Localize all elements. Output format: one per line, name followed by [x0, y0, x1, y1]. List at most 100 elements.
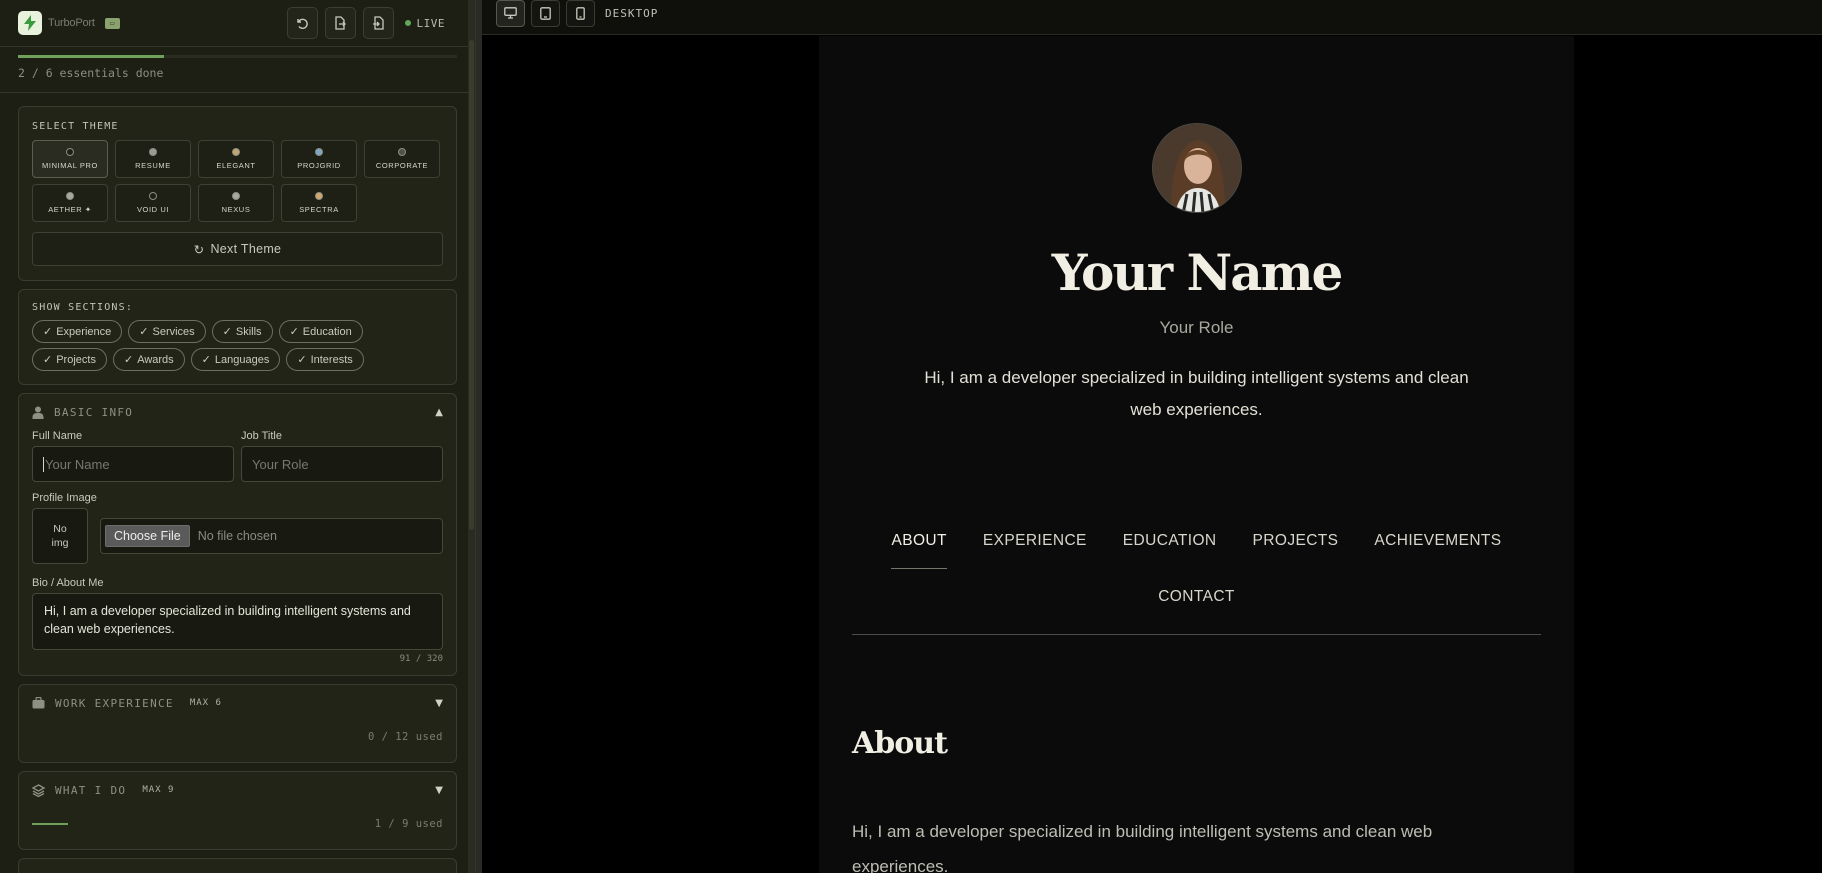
expand-caret-icon[interactable]: ▼ — [435, 698, 443, 709]
section-chip-label: Awards — [137, 353, 174, 366]
section-chip[interactable]: ✓ Skills — [211, 320, 273, 343]
theme-option[interactable]: NEXUS — [198, 184, 274, 222]
work-experience-usage: 0 / 12 used — [32, 721, 443, 757]
section-chip[interactable]: ✓ Services — [128, 320, 206, 343]
check-icon: ✓ — [297, 354, 307, 366]
profile-image-file-input[interactable]: Choose File No file chosen — [100, 518, 443, 554]
theme-option-label: RESUME — [135, 161, 171, 170]
mobile-view-button[interactable] — [566, 0, 595, 27]
section-chips: ✓ Experience ✓ Services ✓ Skills ✓ Education ✓ Pr… — [32, 320, 443, 371]
nav-item[interactable]: EXPERIENCE — [983, 532, 1087, 550]
theme-option-label: SPECTRA — [299, 205, 339, 214]
top-actions: LIVE — [286, 7, 446, 39]
next-theme-label: Next Theme — [210, 242, 282, 256]
check-icon: ✓ — [139, 326, 149, 338]
show-sections-panel: SHOW SECTIONS: ✓ Experience ✓ Services ✓ Skil… — [18, 289, 457, 385]
profile-image-row: No img Choose File No file chosen — [32, 508, 443, 564]
section-chip[interactable]: ✓ Interests — [286, 348, 364, 371]
theme-grid: MINIMAL PRO RESUME ELEGANT PROJGRID CORPORAT… — [32, 140, 443, 222]
check-icon: ✓ — [222, 326, 232, 338]
no-img-line2: img — [51, 537, 69, 549]
app-root: TurboPort ▭ LIVE 2 / 6 essentials done S… — [0, 0, 1822, 873]
work-experience-header[interactable]: WORK EXPERIENCE MAX 6 ▼ — [32, 685, 443, 721]
what-i-do-panel: WHAT I DO MAX 9 ▼ 1 / 9 used — [18, 771, 457, 850]
theme-color-dot-icon — [232, 192, 240, 200]
next-panel-edge — [18, 858, 457, 873]
basic-info-header[interactable]: BASIC INFO ▲ — [32, 394, 443, 430]
bio-textarea[interactable]: Hi, I am a developer specialized in buil… — [32, 593, 443, 650]
profile-avatar — [1152, 123, 1242, 213]
nav-item[interactable]: ABOUT — [891, 532, 946, 549]
what-i-do-max: MAX 9 — [142, 785, 175, 795]
live-dot-icon — [404, 20, 411, 26]
work-experience-title: WORK EXPERIENCE — [55, 696, 174, 710]
section-chip[interactable]: ✓ Education — [278, 320, 363, 343]
nav-item-contact[interactable]: CONTACT — [819, 588, 1574, 606]
section-chip[interactable]: ✓ Experience — [32, 320, 123, 343]
theme-option[interactable]: SPECTRA — [281, 184, 357, 222]
reset-button[interactable] — [286, 7, 318, 39]
tablet-icon — [540, 6, 551, 20]
desktop-view-button[interactable] — [496, 0, 525, 27]
nav-item[interactable]: EDUCATION — [1123, 532, 1217, 550]
tablet-view-button[interactable] — [531, 0, 560, 27]
theme-option-label: NEXUS — [221, 205, 251, 214]
section-chip-label: Education — [302, 325, 352, 338]
theme-option[interactable]: ELEGANT — [198, 140, 274, 178]
full-name-placeholder: Your Name — [45, 456, 110, 472]
progress-bar — [18, 55, 457, 58]
hero-name: Your Name — [1051, 243, 1344, 302]
export-button[interactable] — [324, 7, 356, 39]
profile-image-label: Profile Image — [32, 492, 97, 504]
essentials-progress: 2 / 6 essentials done — [0, 47, 475, 93]
work-experience-panel: WORK EXPERIENCE MAX 6 ▼ 0 / 12 used — [18, 684, 457, 763]
theme-option-label: VOID UI — [136, 205, 170, 214]
device-label: DESKTOP — [605, 6, 659, 20]
section-chip[interactable]: ✓ Awards — [112, 348, 185, 371]
theme-option[interactable]: AETHER ✦ — [32, 184, 108, 222]
theme-option-label: CORPORATE — [375, 161, 429, 170]
expand-caret-icon[interactable]: ▼ — [435, 785, 443, 796]
theme-option[interactable]: RESUME — [115, 140, 191, 178]
theme-option[interactable]: PROJGRID — [281, 140, 357, 178]
section-chip[interactable]: ✓ Projects — [32, 348, 107, 371]
portfolio-nav: ABOUT EXPERIENCE EDUCATION PROJECTS ACHIEVEM… — [819, 532, 1574, 569]
lightning-logo-icon — [18, 11, 42, 35]
choose-file-button[interactable]: Choose File — [105, 525, 190, 547]
nav-item[interactable]: ACHIEVEMENTS — [1374, 532, 1501, 550]
nav-active-underline — [891, 568, 947, 569]
scrollbar-thumb[interactable] — [469, 40, 474, 530]
what-i-do-header[interactable]: WHAT I DO MAX 9 ▼ — [32, 772, 443, 808]
about-heading: About — [852, 726, 948, 761]
file-status: No file chosen — [197, 529, 277, 543]
theme-option[interactable]: VOID UI — [115, 184, 191, 222]
full-name-input[interactable]: Your Name — [32, 446, 234, 482]
theme-label: SELECT THEME — [32, 121, 119, 132]
theme-option-label: ELEGANT — [216, 161, 256, 170]
nav-item[interactable]: PROJECTS — [1253, 532, 1339, 550]
section-chip-label: Languages — [214, 353, 270, 366]
next-theme-button[interactable]: ↻ Next Theme — [32, 232, 443, 266]
text-cursor — [43, 456, 44, 472]
brand-badge-icon: ▭ — [104, 17, 120, 29]
basic-info-panel: BASIC INFO ▲ Full Name Your Name Job Tit… — [18, 393, 457, 676]
monitor-icon — [504, 7, 517, 19]
live-preview: DESKTOP Your Name Your Role Hi, I am a d… — [476, 0, 1822, 873]
editor-topbar: TurboPort ▭ LIVE — [0, 0, 475, 47]
collapse-caret-icon[interactable]: ▲ — [435, 407, 443, 418]
nav-item-active[interactable]: ABOUT — [891, 532, 947, 569]
sidebar-scrollbar[interactable] — [468, 0, 475, 873]
check-icon: ✓ — [43, 354, 53, 366]
import-button[interactable] — [362, 7, 394, 39]
user-icon — [32, 406, 44, 419]
hero-role: Your Role — [1159, 318, 1234, 337]
undo-icon — [297, 18, 308, 29]
theme-panel: SELECT THEME MINIMAL PRO RESUME ELEGANT PRO… — [18, 106, 457, 281]
about-body: Hi, I am a developer specialized in buil… — [852, 822, 1433, 873]
theme-option[interactable]: CORPORATE — [364, 140, 440, 178]
job-title-input[interactable]: Your Role — [241, 446, 443, 482]
section-chip[interactable]: ✓ Languages — [190, 348, 281, 371]
theme-option[interactable]: MINIMAL PRO — [32, 140, 108, 178]
theme-color-dot-icon — [66, 192, 74, 200]
theme-option-label: PROJGRID — [297, 161, 341, 170]
